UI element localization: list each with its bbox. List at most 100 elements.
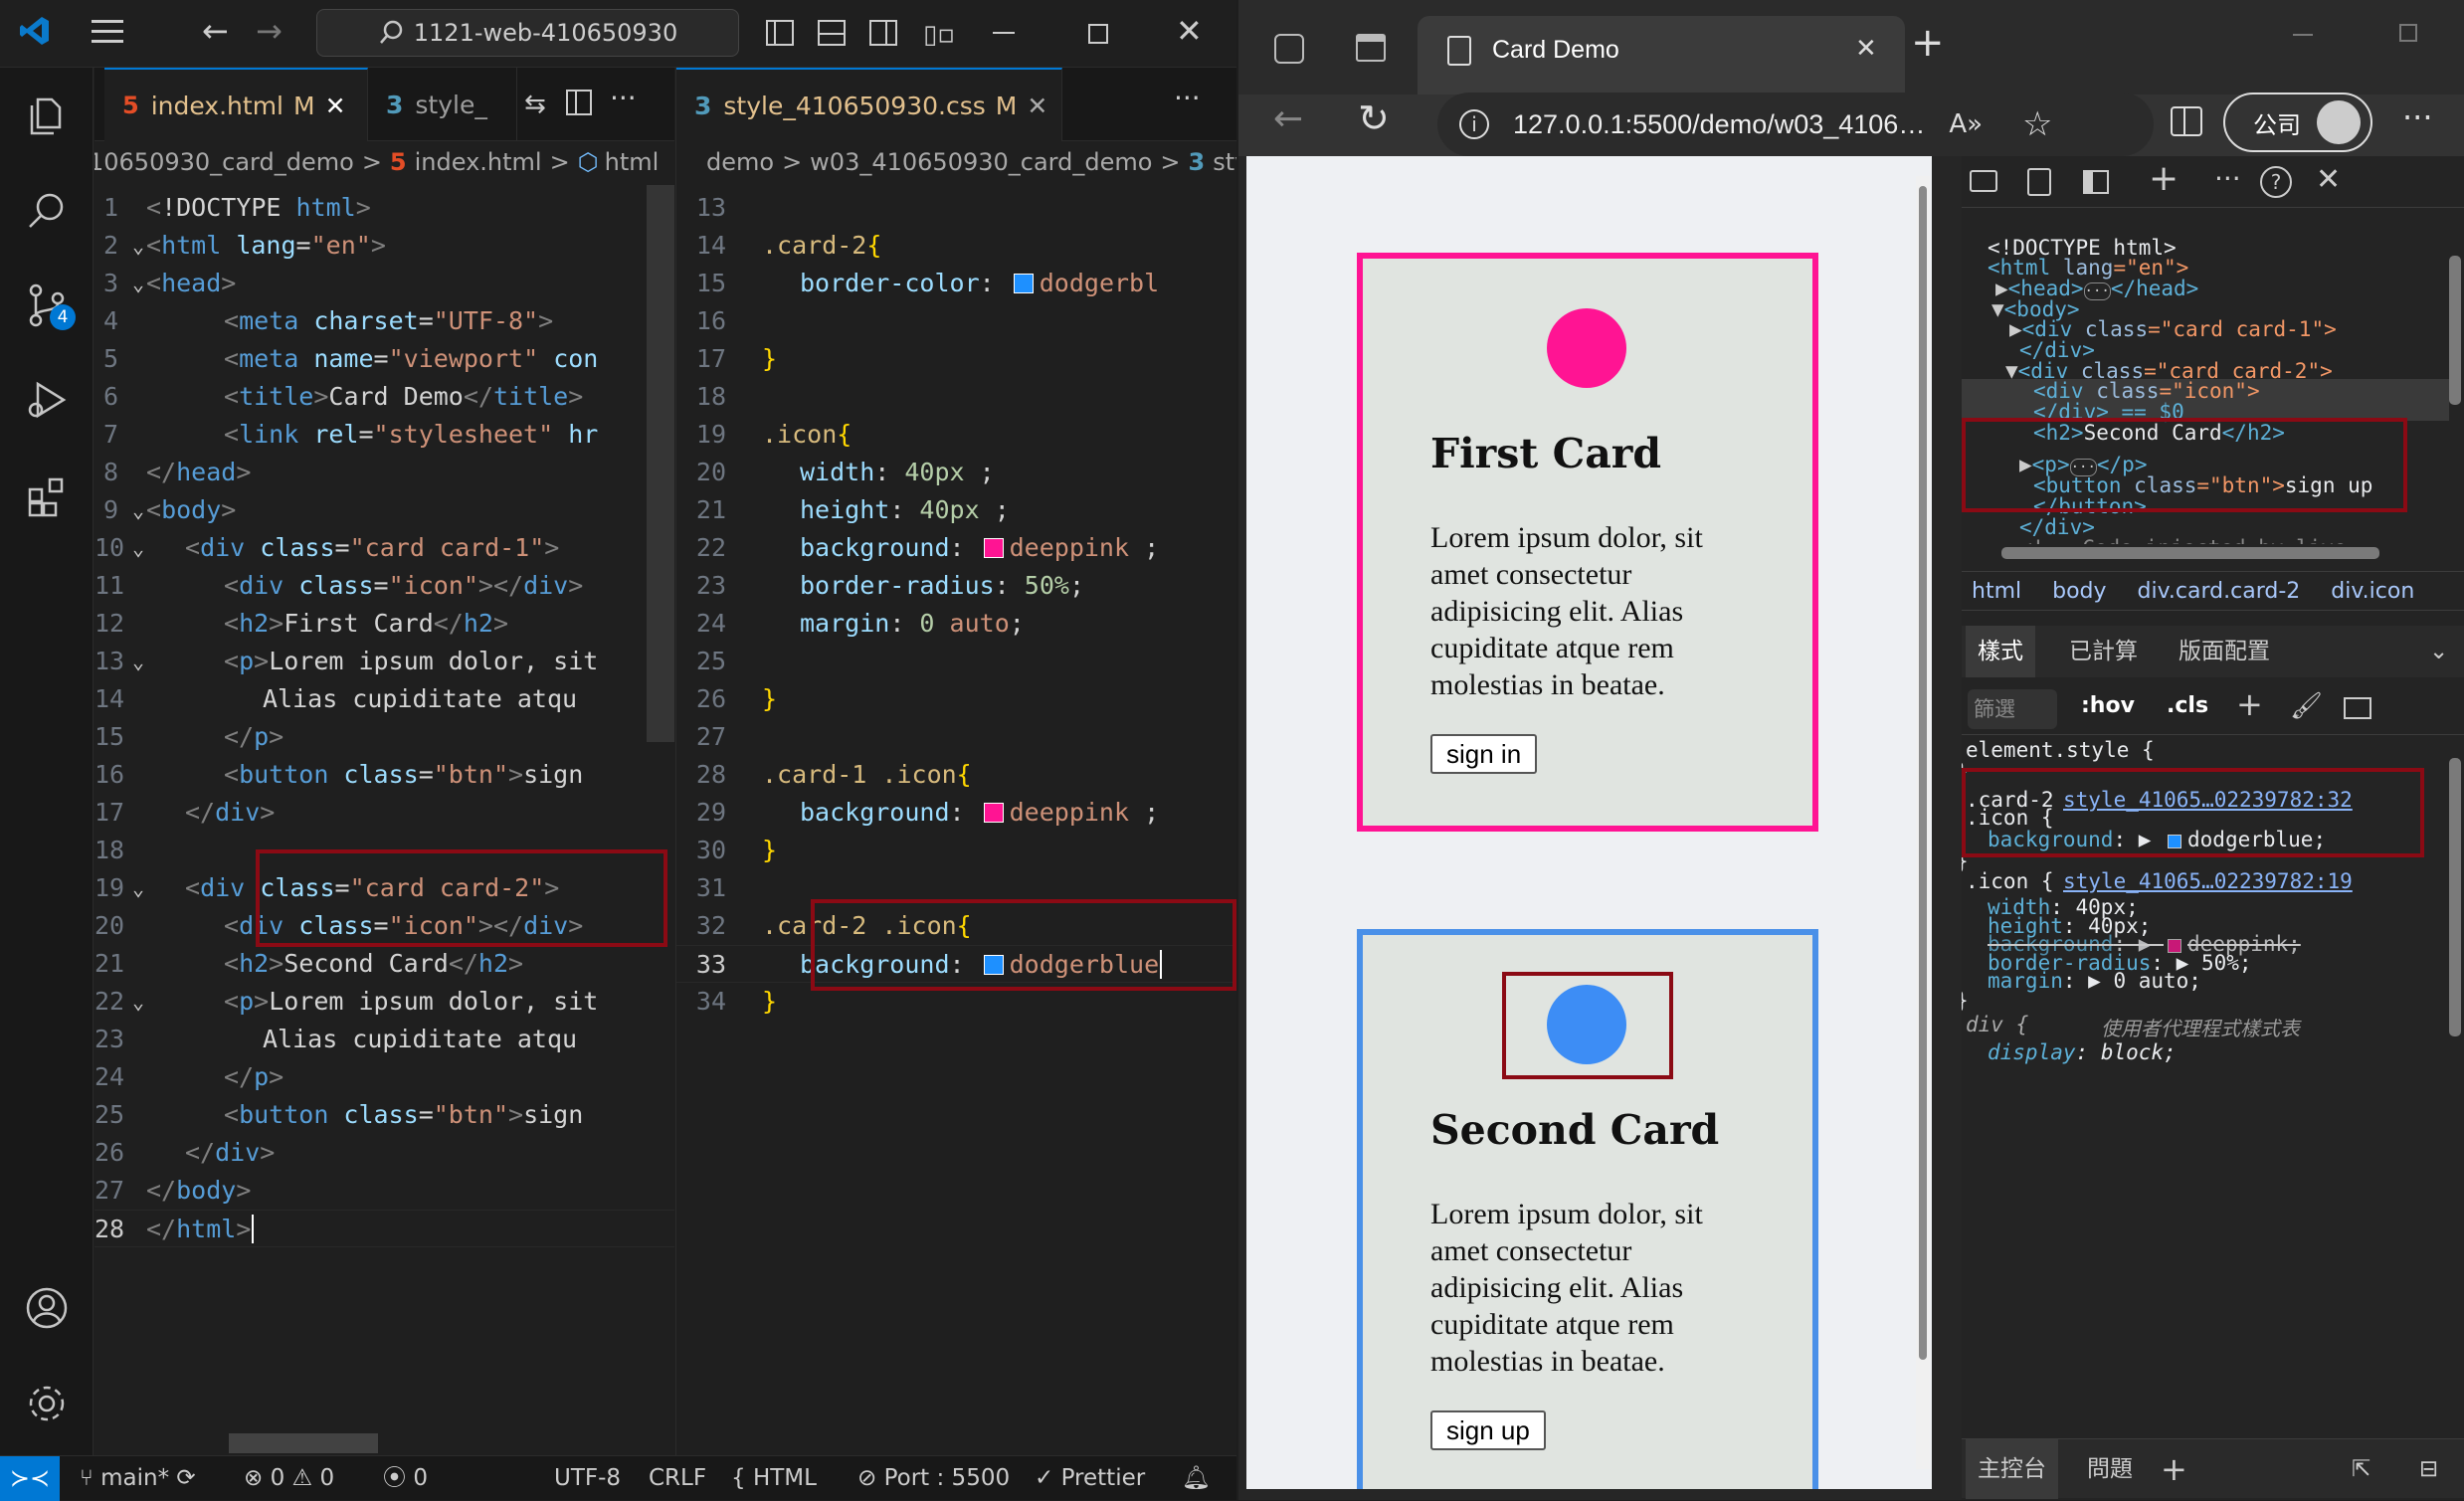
fold-chevron-icon[interactable]: ⌄ [132,529,144,567]
notifications-bell-icon[interactable]: 🔔︎ [1182,1456,1211,1501]
code-line[interactable]: 24 </p> [95,1058,674,1096]
code-line[interactable]: 19 ⌄ <div class="card card-2"> [95,869,674,907]
remote-indicator[interactable]: ≻≺ [0,1456,60,1501]
css-code-area[interactable]: 13 14 .card-2{15 border-color: dodgerbl 16 17… [676,185,1236,1455]
tab-style-css[interactable]: 3 style_410650930.css M ✕ [676,68,1062,141]
tab-issues[interactable]: 問題 [2087,1439,2133,1499]
paint-icon[interactable]: 🖌︎ [2290,691,2323,721]
eol-status[interactable]: CRLF [649,1456,706,1501]
account-icon[interactable] [20,1281,74,1335]
more-actions-icon[interactable]: ··· [610,82,637,114]
color-swatch[interactable] [2168,835,2182,848]
code-line[interactable]: 27 [676,718,1236,756]
fold-chevron-icon[interactable]: ⌄ [132,265,144,302]
tab-styles[interactable]: 樣式 [1966,626,2035,677]
sign-in-button[interactable]: sign in [1430,734,1538,774]
sign-up-button[interactable]: sign up [1430,1410,1546,1450]
ports-status[interactable]: ⦿ 0 [383,1456,428,1501]
cls-toggle[interactable]: .cls [2167,693,2208,718]
code-line[interactable]: 2 ⌄ <html lang="en"> [95,227,674,265]
code-line[interactable]: 1 <!DOCTYPE html> [95,189,674,227]
workspaces-icon[interactable] [1274,34,1304,64]
minimap-slider[interactable] [647,185,674,742]
breadcrumb-folder[interactable]: demo [706,148,774,176]
breadcrumb-file[interactable]: index.html [415,148,542,176]
read-aloud-icon[interactable]: A» [1949,109,1983,139]
code-line[interactable]: 28 .card-1 .icon{ [676,756,1236,794]
code-line[interactable]: 29 background: deeppink ; [676,794,1236,832]
open-changes-icon[interactable]: ⇆ [524,90,546,119]
site-info-icon[interactable]: i [1459,109,1489,139]
fold-chevron-icon[interactable]: ⌄ [132,869,144,907]
rule-source-link[interactable]: style_41065…02239782:19 [2063,869,2353,893]
code-line[interactable]: 6 <title>Card Demo</title> [95,378,674,416]
code-line[interactable]: 8 </head> [95,454,674,491]
styles-scrollbar[interactable] [2449,738,2461,1325]
code-line[interactable]: 9 ⌄ <body> [95,491,674,529]
close-tab-icon[interactable]: ✕ [325,92,346,120]
code-line[interactable]: 22 ⌄ <p>Lorem ipsum dolor, sit [95,983,674,1021]
dom-tree-lower[interactable]: ▶<p>···</p> <button class="btn">sign up … [1962,455,2449,544]
close-devtools-icon[interactable]: ✕ [2316,162,2341,197]
fold-chevron-icon[interactable]: ⌄ [132,227,144,265]
extensions-icon[interactable] [20,469,74,523]
new-rule-plus-icon[interactable]: + [2236,685,2263,723]
fold-chevron-icon[interactable]: ⌄ [132,491,144,529]
help-icon[interactable]: ? [2260,166,2292,198]
code-line[interactable]: 30} [676,832,1236,869]
color-swatch[interactable] [983,803,1004,823]
code-line[interactable]: 10 ⌄ <div class="card card-1"> [95,529,674,567]
prop-name[interactable]: background [1988,828,2113,851]
code-line[interactable]: 13 ⌄ <p>Lorem ipsum dolor, sit [95,643,674,680]
refresh-icon[interactable]: ↻ [1358,96,1390,140]
breadcrumb-body[interactable]: body [2052,579,2106,604]
horizontal-scrollbar[interactable] [229,1433,378,1453]
branch-status[interactable]: ⑂ main* ⟳ [80,1456,196,1501]
source-control-icon[interactable]: 4 [20,279,76,332]
sidebar-toggle-icon[interactable] [2344,697,2371,719]
inspect-element-icon[interactable] [1970,170,1997,192]
code-line[interactable]: 22 background: deeppink ; [676,529,1236,567]
breadcrumb-file[interactable]: sty [1213,148,1236,176]
add-drawer-tab-icon[interactable]: + [2161,1439,2187,1499]
more-tools-icon[interactable]: ··· [2214,162,2241,195]
dom-scrollbar[interactable] [2449,236,2461,554]
color-swatch[interactable] [1013,274,1034,293]
code-line[interactable]: 28 </html>​ [95,1210,674,1247]
code-line[interactable]: 25 <button class="btn">sign [95,1096,674,1134]
breadcrumb-symbol[interactable]: html [605,148,660,176]
code-line[interactable]: 14 Alias cupiditate atqu [95,680,674,718]
toggle-sidebar-icon[interactable] [766,20,794,46]
code-line[interactable]: 27 </body> [95,1172,674,1210]
rule-element-style[interactable]: element.style { [1966,738,2155,762]
code-line[interactable]: 13 [676,189,1236,227]
code-line[interactable]: 23 border-radius: 50%; [676,567,1236,605]
toggle-secondary-sidebar-icon[interactable] [869,20,897,46]
color-swatch[interactable] [983,955,1004,975]
close-tab-icon[interactable]: ✕ [1027,92,1047,120]
settings-more-icon[interactable]: ··· [2402,98,2433,136]
new-tab-plus-icon[interactable]: + [1911,20,1945,66]
maximize-icon[interactable] [1088,24,1108,44]
code-line[interactable]: 20 width: 40px ; [676,454,1236,491]
code-line[interactable]: 15 border-color: dodgerbl [676,265,1236,302]
hov-toggle[interactable]: :hov [2081,693,2135,718]
more-actions-icon[interactable]: ··· [1174,82,1201,114]
device-emulation-icon[interactable] [2027,168,2051,196]
problems-status[interactable]: ⊗ 0 ⚠ 0 [244,1456,334,1501]
rule-source-link[interactable]: style_41065…02239782:32 [2063,788,2353,812]
code-line[interactable]: 24 margin: 0 auto; [676,605,1236,643]
add-tool-plus-icon[interactable]: + [2149,158,2179,199]
explorer-icon[interactable] [20,90,74,143]
breadcrumb-icon[interactable]: div.icon [2331,579,2414,604]
code-line[interactable]: 20 <div class="icon"></div> [95,907,674,945]
back-arrow-icon[interactable]: ← [1273,98,1303,139]
code-line[interactable]: 18 [95,832,674,869]
code-line[interactable]: 17 </div> [95,794,674,832]
dom-tree[interactable]: <!DOCTYPE html> <html lang="en"> ▶<head>… [1962,236,2449,455]
close-window-icon[interactable]: ✕ [1176,12,1203,50]
prettier-status[interactable]: ✓ Prettier [1035,1456,1145,1501]
code-line[interactable]: 26 </div> [95,1134,674,1172]
code-line[interactable]: 18 [676,378,1236,416]
maximize-icon[interactable] [2399,24,2417,42]
